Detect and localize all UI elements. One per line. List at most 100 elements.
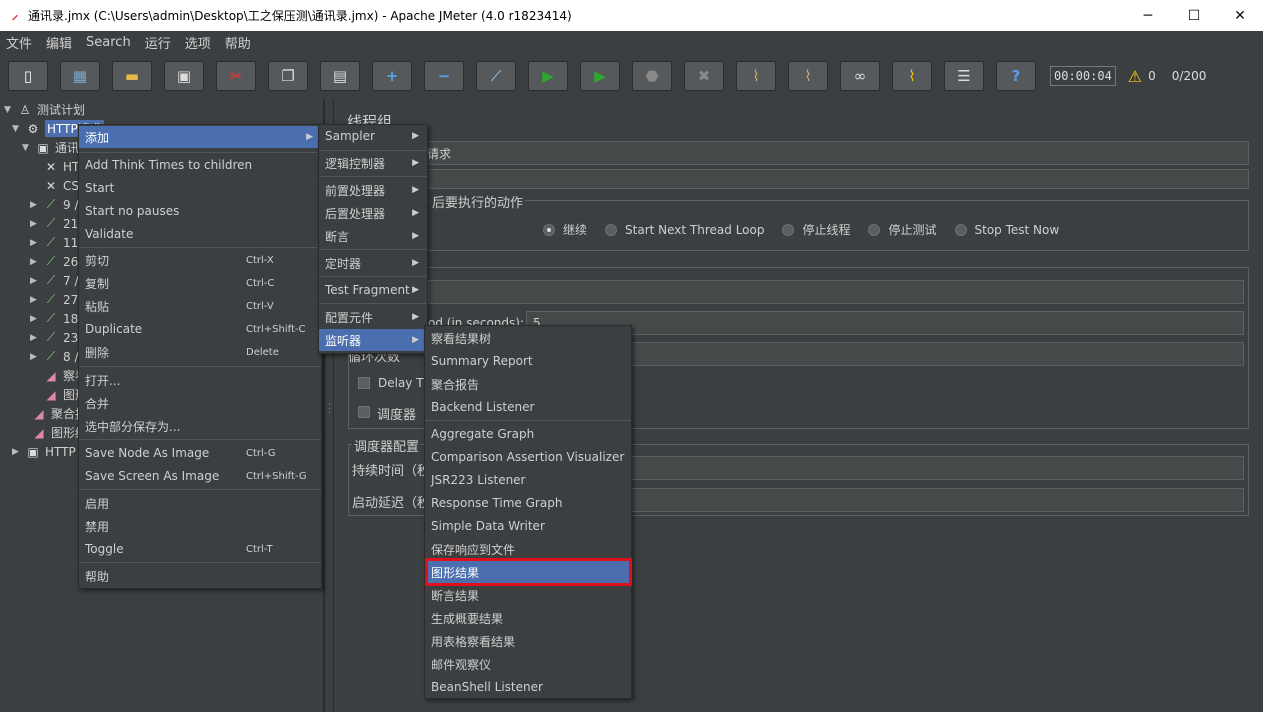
menu-item-copy[interactable]: 复制 Ctrl-C <box>79 272 321 294</box>
expand-arrow-icon[interactable]: ▶ <box>30 238 40 248</box>
delay-thread-checkbox[interactable] <box>358 377 370 389</box>
collapse-arrow-icon[interactable]: ▼ <box>22 143 32 153</box>
menu-item-summary-report[interactable]: Summary Report <box>425 350 631 372</box>
tree-node-listener[interactable]: ◢ 聚合报 <box>18 404 87 423</box>
tree-node-test-plan[interactable]: ▼ ♙ 测试计划 <box>4 100 85 119</box>
tree-node-sampler[interactable]: ▶ ⟋ 23 <box>30 328 78 347</box>
menu-item-config-element[interactable]: 配置元件 ▶ <box>319 306 427 328</box>
menu-item-timer[interactable]: 定时器 ▶ <box>319 252 427 274</box>
menu-item-listener[interactable]: 监听器 ▶ <box>319 329 427 351</box>
menu-item-backend-listener[interactable]: Backend Listener <box>425 396 631 418</box>
tree-node-sampler[interactable]: ▶ ⟋ 11 <box>30 233 78 252</box>
menu-item-assertion[interactable]: 断言 ▶ <box>319 225 427 247</box>
menu-item-paste[interactable]: 粘贴 Ctrl-V <box>79 295 321 317</box>
paste-button[interactable]: ▤ <box>320 61 360 91</box>
new-button[interactable]: ▯ <box>8 61 48 91</box>
menu-run[interactable]: 运行 <box>145 33 171 52</box>
collapse-arrow-icon[interactable]: ▼ <box>12 124 22 134</box>
close-button[interactable]: ✕ <box>1217 0 1263 31</box>
menu-item-start-no-pauses[interactable]: Start no pauses <box>79 200 321 222</box>
menu-edit[interactable]: 编辑 <box>46 33 72 52</box>
menu-item-mailer-visualizer[interactable]: 邮件观察仪 <box>425 653 631 675</box>
tree-node-sampler[interactable]: ▶ ⟋ 27 <box>30 290 78 309</box>
maximize-button[interactable]: ☐ <box>1171 0 1217 31</box>
expand-arrow-icon[interactable]: ▶ <box>12 447 22 457</box>
reset-search-button[interactable]: ⌇ <box>892 61 932 91</box>
tree-node-sampler[interactable]: ▶ ⟋ 8 / <box>30 347 79 366</box>
expand-arrow-icon[interactable]: ▶ <box>30 352 40 362</box>
tree-node-sampler[interactable]: ▶ ⟋ 7 / <box>30 271 79 290</box>
menu-item-post-processor[interactable]: 后置处理器 ▶ <box>319 202 427 224</box>
tree-node-sampler[interactable]: ▶ ⟋ 9 / <box>30 195 79 214</box>
menu-file[interactable]: 文件 <box>6 33 32 52</box>
expand-arrow-icon[interactable]: ▶ <box>30 257 40 267</box>
menu-item-merge[interactable]: 合并 <box>79 392 321 414</box>
toggle-button[interactable]: ⟋ <box>476 61 516 91</box>
scheduler-checkbox[interactable] <box>358 406 370 418</box>
tree-node-sampler[interactable]: ▶ ⟋ 18 <box>30 309 78 328</box>
menu-item-response-time-graph[interactable]: Response Time Graph <box>425 492 631 514</box>
clear-button[interactable]: ⌇ <box>736 61 776 91</box>
menu-item-add-think-times[interactable]: Add Think Times to children <box>79 154 321 176</box>
expand-arrow-icon[interactable]: ▶ <box>30 314 40 324</box>
radio-continue[interactable]: 继续 <box>543 221 587 238</box>
menu-item-save-selection[interactable]: 选中部分保存为... <box>79 415 321 437</box>
start-button[interactable]: ▶ <box>528 61 568 91</box>
menu-item-pre-processor[interactable]: 前置处理器 ▶ <box>319 179 427 201</box>
menu-item-view-results-table[interactable]: 用表格察看结果 <box>425 630 631 652</box>
menu-options[interactable]: 选项 <box>185 33 211 52</box>
clear-all-button[interactable]: ⌇ <box>788 61 828 91</box>
menu-item-test-fragment[interactable]: Test Fragment ▶ <box>319 279 427 301</box>
menu-item-simple-data-writer[interactable]: Simple Data Writer <box>425 515 631 537</box>
expand-arrow-icon[interactable]: ▶ <box>30 219 40 229</box>
menu-item-disable[interactable]: 禁用 <box>79 515 321 537</box>
name-field[interactable]: 请求 <box>420 141 1249 165</box>
open-button[interactable]: ▬ <box>112 61 152 91</box>
minimize-button[interactable]: ─ <box>1125 0 1171 31</box>
rampup-field[interactable]: 5 <box>526 311 1244 335</box>
copy-button[interactable]: ❐ <box>268 61 308 91</box>
search-button[interactable]: ∞ <box>840 61 880 91</box>
expand-arrow-icon[interactable]: ▶ <box>30 333 40 343</box>
menu-item-save-node-image[interactable]: Save Node As Image Ctrl-G <box>79 442 321 464</box>
menu-item-cut[interactable]: 剪切 Ctrl-X <box>79 249 321 271</box>
menu-item-aggregate-report[interactable]: 聚合报告 <box>425 373 631 395</box>
menu-search[interactable]: Search <box>86 35 131 50</box>
menu-item-save-responses[interactable]: 保存响应到文件 <box>425 538 631 560</box>
menu-item-beanshell-listener[interactable]: BeanShell Listener <box>425 676 631 698</box>
radio-stop-test-now[interactable]: Stop Test Now <box>954 221 1059 238</box>
tree-node-controller[interactable]: ▼ ▣ 通讯 <box>22 138 79 157</box>
menu-help[interactable]: 帮助 <box>225 33 251 52</box>
tree-node-config[interactable]: ✕ CS <box>30 176 79 195</box>
menu-item-save-screen-image[interactable]: Save Screen As Image Ctrl+Shift-G <box>79 465 321 487</box>
menu-item-help[interactable]: 帮助 <box>79 565 321 587</box>
menu-item-jsr223-listener[interactable]: JSR223 Listener <box>425 469 631 491</box>
function-helper-button[interactable]: ☰ <box>944 61 984 91</box>
stop-button[interactable]: ⬣ <box>632 61 672 91</box>
radio-stop-thread[interactable]: 停止线程 <box>782 221 850 238</box>
menu-item-comparison-assertion-visualizer[interactable]: Comparison Assertion Visualizer <box>425 446 631 468</box>
expand-arrow-icon[interactable]: ▶ <box>30 276 40 286</box>
tree-node-listener[interactable]: ◢ 图形结 <box>18 423 87 442</box>
menu-item-view-results-tree[interactable]: 察看结果树 <box>425 327 631 349</box>
expand-arrow-icon[interactable]: ▶ <box>30 200 40 210</box>
menu-item-duplicate[interactable]: Duplicate Ctrl+Shift-C <box>79 318 321 340</box>
radio-start-next-loop[interactable]: Start Next Thread Loop <box>605 221 764 238</box>
save-button[interactable]: ▣ <box>164 61 204 91</box>
menu-item-toggle[interactable]: Toggle Ctrl-T <box>79 538 321 560</box>
cut-button[interactable]: ✂ <box>216 61 256 91</box>
warning-icon[interactable]: ⚠ <box>1128 67 1142 86</box>
menu-item-start[interactable]: Start <box>79 177 321 199</box>
menu-item-sampler[interactable]: Sampler ▶ <box>319 125 427 147</box>
menu-item-generate-summary[interactable]: 生成概要结果 <box>425 607 631 629</box>
collapse-button[interactable]: − <box>424 61 464 91</box>
menu-item-aggregate-graph[interactable]: Aggregate Graph <box>425 423 631 445</box>
tree-node-config[interactable]: ✕ HT <box>30 157 79 176</box>
tree-node-sampler[interactable]: ▶ ⟋ 21 <box>30 214 78 233</box>
menu-item-assertion-results[interactable]: 断言结果 <box>425 584 631 606</box>
menu-item-validate[interactable]: Validate <box>79 223 321 245</box>
collapse-arrow-icon[interactable]: ▼ <box>4 105 14 115</box>
menu-item-enable[interactable]: 启用 <box>79 492 321 514</box>
menu-item-open[interactable]: 打开... <box>79 369 321 391</box>
tree-node-sampler[interactable]: ▶ ⟋ 26 <box>30 252 78 271</box>
